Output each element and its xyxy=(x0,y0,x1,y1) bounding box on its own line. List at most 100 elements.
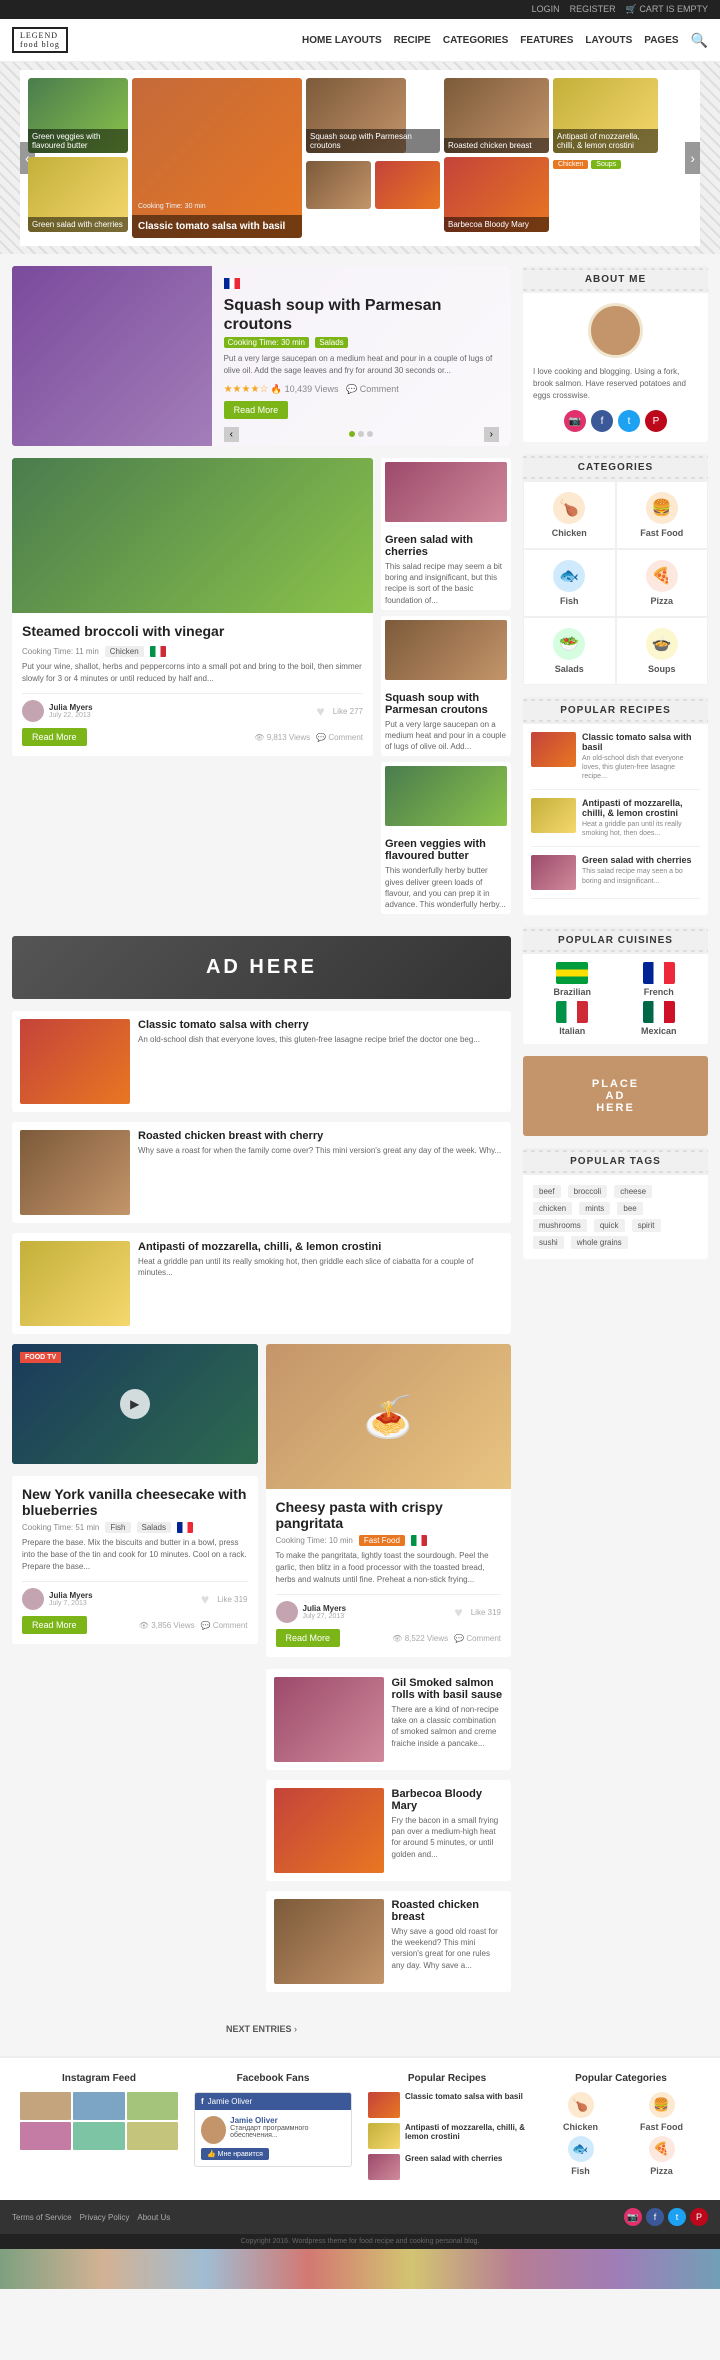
terms-link[interactable]: Terms of Service xyxy=(12,2213,72,2222)
insta-thumb-3[interactable] xyxy=(127,2092,178,2120)
tag-broccoli[interactable]: broccoli xyxy=(568,1185,608,1198)
footer-sections: Instagram Feed Facebook Fans f Jamie Oli… xyxy=(0,2056,720,2200)
fb-post-text: Стандарт программного обеспечения... xyxy=(230,2125,345,2139)
tag-mushrooms[interactable]: mushrooms xyxy=(533,1219,587,1232)
steamed-read-more-button[interactable]: Read More xyxy=(22,728,87,746)
cheesecake-title: New York vanilla cheesecake with blueber… xyxy=(22,1486,248,1518)
category-pizza[interactable]: 🍕 Pizza xyxy=(616,549,709,617)
privacy-link[interactable]: Privacy Policy xyxy=(80,2213,130,2222)
instagram-icon[interactable]: 📷 xyxy=(564,410,586,432)
featured-prev-button[interactable]: ‹ xyxy=(224,427,239,442)
nav-home[interactable]: HOME LAYOUTS xyxy=(302,35,382,46)
about-avatar xyxy=(588,303,643,358)
tag-cheese[interactable]: cheese xyxy=(614,1185,652,1198)
cheesy-like-button[interactable]: ♥ xyxy=(454,1604,462,1620)
footer-cat-fish[interactable]: 🐟 Fish xyxy=(542,2136,619,2176)
footer-cat-chicken[interactable]: 🍗 Chicken xyxy=(542,2092,619,2132)
small-post-chicken: Roasted chicken breast with cherry Why s… xyxy=(12,1122,511,1223)
main-nav: HOME LAYOUTS RECIPE CATEGORIES FEATURES … xyxy=(302,32,708,49)
footer-fastfood-label: Fast Food xyxy=(640,2122,683,2132)
steamed-like-button[interactable]: ♥ xyxy=(316,703,324,719)
tags-container: beef broccoli cheese chicken mints bee m… xyxy=(523,1175,708,1259)
play-button[interactable]: ▶ xyxy=(120,1389,150,1419)
pri-thumb-2 xyxy=(368,2123,400,2149)
category-salads[interactable]: 🥗 Salads xyxy=(523,617,616,685)
footer-twitter-icon[interactable]: t xyxy=(668,2208,686,2226)
insta-thumb-4[interactable] xyxy=(20,2122,71,2150)
cheesecake-like-button[interactable]: ♥ xyxy=(201,1591,209,1607)
category-chicken[interactable]: 🍗 Chicken xyxy=(523,481,616,549)
twitter-icon[interactable]: t xyxy=(618,410,640,432)
about-link[interactable]: About Us xyxy=(137,2213,170,2222)
nav-features[interactable]: FEATURES xyxy=(520,35,573,46)
login-link[interactable]: LOGIN xyxy=(532,4,560,15)
popular-cuisines-title: POPULAR CUISINES xyxy=(523,927,708,954)
small-post-1: Green salad with cherries This salad rec… xyxy=(381,458,511,610)
tag-chicken[interactable]: chicken xyxy=(533,1202,572,1215)
nav-recipe[interactable]: RECIPE xyxy=(394,35,431,46)
tag-beef[interactable]: beef xyxy=(533,1185,561,1198)
register-link[interactable]: REGISTER xyxy=(570,4,616,15)
tag-sushi[interactable]: sushi xyxy=(533,1236,564,1249)
nav-layouts[interactable]: LAYOUTS xyxy=(585,35,632,46)
pri-item-2: Antipasti of mozzarella, chilli, & lemon… xyxy=(368,2123,526,2149)
nav-categories[interactable]: CATEGORIES xyxy=(443,35,508,46)
pinterest-icon[interactable]: P xyxy=(645,410,667,432)
classic-post-excerpt: An old-school dish that everyone loves, … xyxy=(138,1034,503,1045)
carousel-next-button[interactable]: › xyxy=(685,142,700,174)
logo[interactable]: LEGEND food blog xyxy=(12,27,68,53)
cheesecake-read-more-button[interactable]: Read More xyxy=(22,1616,87,1634)
instagram-section: Instagram Feed xyxy=(12,2073,186,2185)
footer-chicken-label: Chicken xyxy=(563,2122,598,2132)
facebook-icon[interactable]: f xyxy=(591,410,613,432)
carousel-label-2: Green salad with cherries xyxy=(28,217,128,232)
category-soups[interactable]: 🍲 Soups xyxy=(616,617,709,685)
small-post-1-title: Green salad with cherries xyxy=(385,534,507,558)
popular-item-3: Green salad with cherries This salad rec… xyxy=(531,855,700,899)
bloody-title: Barbecoa Bloody Mary xyxy=(392,1788,504,1812)
category-fish[interactable]: 🐟 Fish xyxy=(523,549,616,617)
category-fastfood[interactable]: 🍔 Fast Food xyxy=(616,481,709,549)
fb-like-button[interactable]: 👍 Мне нравится xyxy=(201,2148,269,2160)
next-entries-button[interactable]: NEXT ENTRIES › xyxy=(12,2014,511,2044)
antipasti-post-title: Antipasti of mozzarella, chilli, & lemon… xyxy=(138,1241,503,1253)
steamed-broccoli-post: Steamed broccoli with vinegar Cooking Ti… xyxy=(12,458,373,756)
insta-thumb-1[interactable] xyxy=(20,2092,71,2120)
tag-mints[interactable]: mints xyxy=(579,1202,610,1215)
france-label: French xyxy=(644,987,674,997)
footer-instagram-icon[interactable]: 📷 xyxy=(624,2208,642,2226)
search-icon[interactable]: 🔍 xyxy=(691,32,708,49)
nav-pages[interactable]: PAGES xyxy=(644,35,678,46)
tag-quick[interactable]: quick xyxy=(594,1219,625,1232)
cuisine-french[interactable]: French xyxy=(618,962,701,997)
footer-pinterest-icon[interactable]: P xyxy=(690,2208,708,2226)
insta-thumb-2[interactable] xyxy=(73,2092,124,2120)
cuisine-brazilian[interactable]: Brazilian xyxy=(531,962,614,997)
small-post-2: Squash soup with Parmesan croutons Put a… xyxy=(381,616,511,757)
carousel-cooking-time: Cooking Time: 30 min xyxy=(138,203,206,210)
tag-whole-grains[interactable]: whole grains xyxy=(571,1236,628,1249)
featured-read-more-button[interactable]: Read More xyxy=(224,401,289,419)
cuisine-italian[interactable]: Italian xyxy=(531,1001,614,1036)
instagram-title: Instagram Feed xyxy=(20,2073,178,2084)
cuisine-mexican[interactable]: Mexican xyxy=(618,1001,701,1036)
pri-item-3: Green salad with cherries xyxy=(368,2154,526,2180)
insta-thumb-5[interactable] xyxy=(73,2122,124,2150)
featured-next-button[interactable]: › xyxy=(484,427,499,442)
tag-spirit[interactable]: spirit xyxy=(632,1219,661,1232)
medium-post-salmon: Gil Smoked salmon rolls with basil sause… xyxy=(266,1669,512,1770)
footer-cat-pizza[interactable]: 🍕 Pizza xyxy=(623,2136,700,2176)
italy-flag xyxy=(556,1001,588,1023)
cheesecake-author-name: Julia Myers xyxy=(49,1591,93,1600)
footer-cat-fastfood[interactable]: 🍔 Fast Food xyxy=(623,2092,700,2132)
pri-title-3: Green salad with cherries xyxy=(405,2154,502,2163)
tag-bee[interactable]: bee xyxy=(617,1202,642,1215)
popular-tags-title: POPULAR TAGS xyxy=(523,1148,708,1175)
featured-flag xyxy=(224,278,240,289)
cheesy-read-more-button[interactable]: Read More xyxy=(276,1629,341,1647)
insta-thumb-6[interactable] xyxy=(127,2122,178,2150)
copyright: Copyright 2016. Wordpress theme for food… xyxy=(0,2234,720,2249)
cart-link[interactable]: 🛒 CART IS EMPTY xyxy=(626,4,708,15)
video-post-area: FOOD TV ▶ New York vanilla cheesecake wi… xyxy=(12,1344,258,2002)
footer-facebook-icon[interactable]: f xyxy=(646,2208,664,2226)
